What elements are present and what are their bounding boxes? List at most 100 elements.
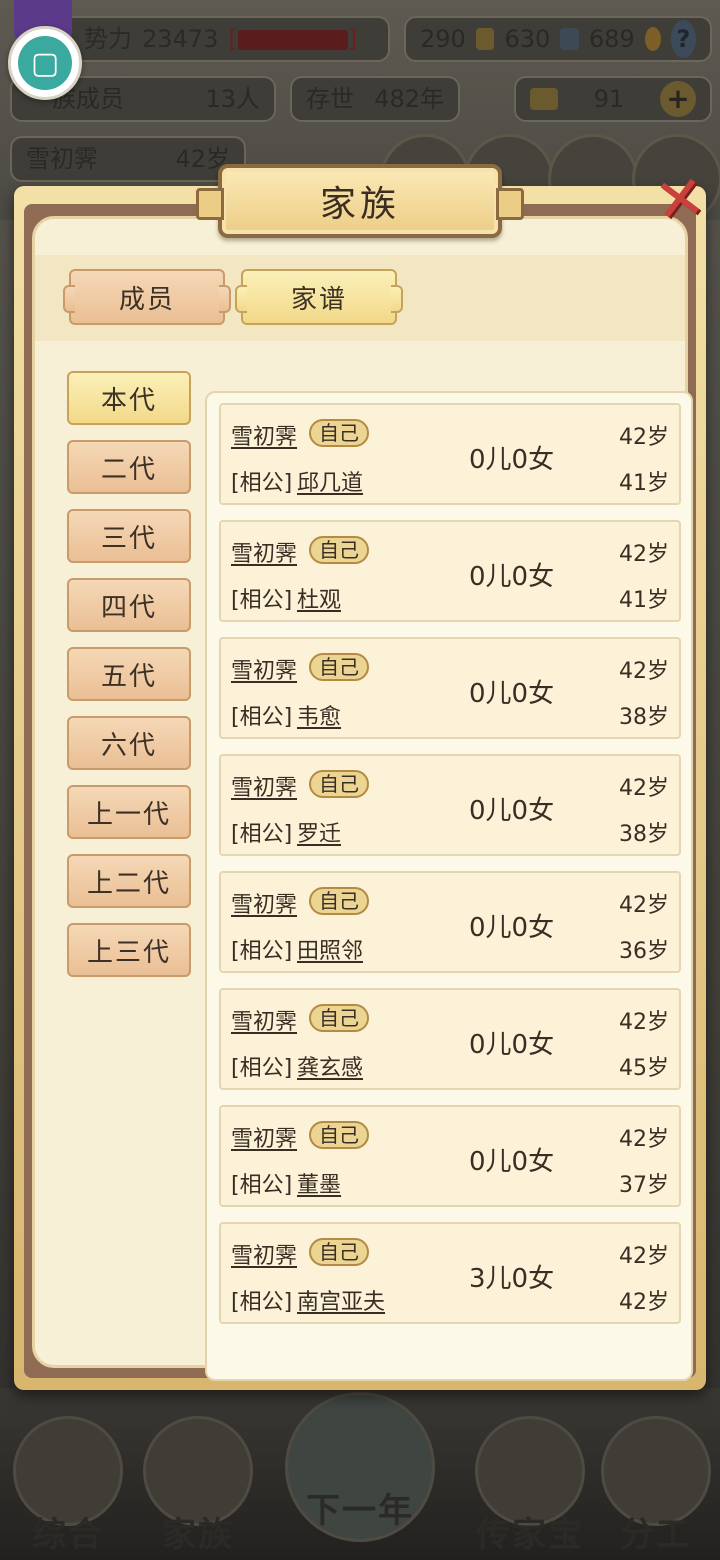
self-name-link[interactable]: 雪初霁 [231,536,297,568]
list-item[interactable]: 雪初霁 自己 [相公] 南宫亚夫 3儿0女 42岁 42岁 [219,1222,681,1324]
self-badge: 自己 [309,887,369,915]
spouse-name-link[interactable]: 罗迁 [297,816,341,848]
spouse-name-link[interactable]: 董墨 [297,1167,341,1199]
current-member-stat: 雪初霁 42岁 [10,136,246,182]
self-badge: 自己 [309,1004,369,1032]
coin-icon [644,27,661,51]
nav-label: 传家宝 [476,1515,584,1555]
children-count: 3儿0女 [469,1264,555,1294]
currency-b-value: 630 [504,25,551,53]
survive-stat: 存世 482年 [290,76,460,122]
self-name-link[interactable]: 雪初霁 [231,1121,297,1153]
power-suffix: [] [228,25,358,53]
generation-6[interactable]: 六代 [67,716,191,770]
generation-2[interactable]: 二代 [67,440,191,494]
spouse-age: 42岁 [619,1290,669,1315]
list-item[interactable]: 雪初霁 自己 [相公] 邱几道 0儿0女 42岁 41岁 [219,403,681,505]
power-label: 势力 [84,25,132,53]
children-count: 0儿0女 [469,679,555,709]
self-age: 42岁 [619,1127,669,1152]
spouse-age: 37岁 [619,1173,669,1198]
self-name-link[interactable]: 雪初霁 [231,1004,297,1036]
spouse-name-link[interactable]: 杜观 [297,582,341,614]
self-name-link[interactable]: 雪初霁 [231,419,297,451]
currency-c-value: 689 [588,25,635,53]
spouse-age: 38岁 [619,705,669,730]
spouse-name-link[interactable]: 南宫亚夫 [297,1284,385,1316]
spouse-age: 41岁 [619,588,669,613]
spouse-age: 41岁 [619,471,669,496]
list-item[interactable]: 雪初霁 自己 [相公] 韦愈 0儿0女 42岁 38岁 [219,637,681,739]
children-count: 0儿0女 [469,913,555,943]
spouse-name-link[interactable]: 邱几道 [297,465,363,497]
ingot-value: 91 [593,85,625,113]
survive-value: 482年 [374,85,444,113]
children-count: 0儿0女 [469,1030,555,1060]
dialog-body: 成员 家谱 本代 二代 三代 四代 五代 六代 上一代 上二代 上三代 雪初霁 … [32,216,693,1381]
spouse-role: [相公] [231,822,293,847]
children-count: 0儿0女 [469,562,555,592]
spouse-role: [相公] [231,471,293,496]
tab-members[interactable]: 成员 [63,269,231,325]
self-name-link[interactable]: 雪初霁 [231,770,297,802]
spouse-name-link[interactable]: 韦愈 [297,699,341,731]
ingot-icon [530,88,558,110]
cube-icon: ▢ [18,36,72,90]
self-badge: 自己 [309,1238,369,1266]
current-member-name: 雪初霁 [26,145,98,173]
spouse-age: 38岁 [619,822,669,847]
generation-5[interactable]: 五代 [67,647,191,701]
help-icon[interactable]: ? [670,20,696,58]
members-value: 13人 [205,85,260,113]
nav-next-year[interactable]: 下一年 [280,1392,440,1542]
self-name-link[interactable]: 雪初霁 [231,653,297,685]
children-count: 0儿0女 [469,1147,555,1177]
self-age: 42岁 [619,659,669,684]
list-item[interactable]: 雪初霁 自己 [相公] 董墨 0儿0女 42岁 37岁 [219,1105,681,1207]
nav-general[interactable]: 综合 [8,1416,128,1556]
self-badge: 自己 [309,770,369,798]
spouse-name-link[interactable]: 田照邻 [297,933,363,965]
self-age: 42岁 [619,542,669,567]
list-item[interactable]: 雪初霁 自己 [相公] 田照邻 0儿0女 42岁 36岁 [219,871,681,973]
spouse-name-link[interactable]: 龚玄感 [297,1050,363,1082]
spouse-role: [相公] [231,1173,293,1198]
ingot-stat: 91 + [514,76,712,122]
silver-bar-icon [560,28,579,50]
close-icon: ✕ [650,161,710,239]
self-age: 42岁 [619,1244,669,1269]
nav-division[interactable]: 分工 [596,1416,716,1556]
generation-prev-3[interactable]: 上三代 [67,923,191,977]
self-name-link[interactable]: 雪初霁 [231,887,297,919]
nav-heirloom[interactable]: 传家宝 [470,1416,590,1556]
add-icon[interactable]: + [659,81,696,117]
avatar[interactable]: ▢ [8,26,82,100]
list-item[interactable]: 雪初霁 自己 [相公] 龚玄感 0儿0女 42岁 45岁 [219,988,681,1090]
generation-prev-2[interactable]: 上二代 [67,854,191,908]
close-button[interactable]: ✕ [640,160,720,240]
self-badge: 自己 [309,1121,369,1149]
generation-3[interactable]: 三代 [67,509,191,563]
nav-family[interactable]: 家族 [138,1416,258,1556]
currency-stat: 290 630 689 ? [404,16,712,62]
power-value: 23473 [142,25,219,53]
self-age: 42岁 [619,893,669,918]
self-age: 42岁 [619,1010,669,1035]
self-badge: 自己 [309,653,369,681]
spouse-age: 45岁 [619,1056,669,1081]
self-name-link[interactable]: 雪初霁 [231,1238,297,1270]
tab-genealogy[interactable]: 家谱 [235,269,403,325]
generation-prev-1[interactable]: 上一代 [67,785,191,839]
generation-4[interactable]: 四代 [67,578,191,632]
list-item[interactable]: 雪初霁 自己 [相公] 杜观 0儿0女 42岁 41岁 [219,520,681,622]
nav-label: 家族 [162,1515,234,1555]
children-count: 0儿0女 [469,445,555,475]
generation-current[interactable]: 本代 [67,371,191,425]
bottom-nav: 综合 家族 下一年 传家宝 分工 [0,1388,720,1560]
currency-a-value: 290 [420,25,466,53]
spouse-age: 36岁 [619,939,669,964]
children-count: 0儿0女 [469,796,555,826]
self-badge: 自己 [309,536,369,564]
genealogy-list[interactable]: 雪初霁 自己 [相公] 邱几道 0儿0女 42岁 41岁 雪初霁 自己 [相公]… [205,391,693,1381]
list-item[interactable]: 雪初霁 自己 [相公] 罗迁 0儿0女 42岁 38岁 [219,754,681,856]
